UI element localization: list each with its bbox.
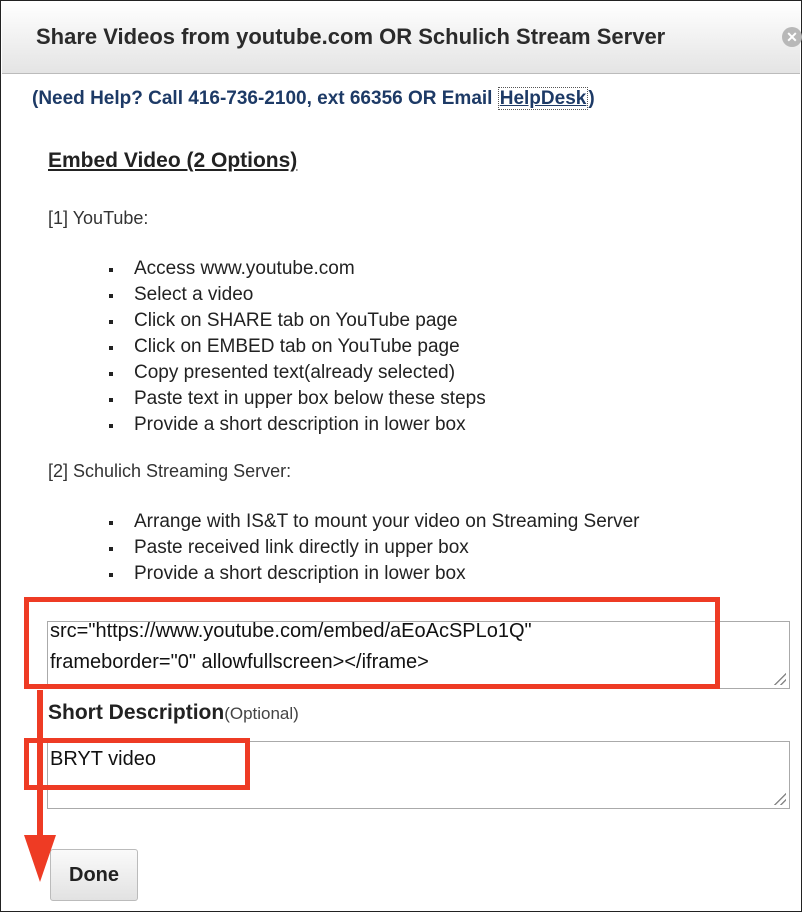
- help-text: (Need Help? Call 416-736-2100, ext 66356…: [32, 88, 498, 109]
- annotation-box-description: [24, 738, 250, 790]
- list-item: Arrange with IS&T to mount your video on…: [101, 509, 640, 535]
- resize-handle-icon[interactable]: [774, 673, 786, 685]
- list-item: Paste text in upper box below these step…: [101, 386, 486, 412]
- option2-steps: Arrange with IS&T to mount your video on…: [101, 509, 640, 587]
- dialog-title: Share Videos from youtube.com OR Schulic…: [36, 24, 666, 49]
- list-item: Provide a short description in lower box: [101, 412, 486, 438]
- list-item: Access www.youtube.com: [101, 256, 486, 282]
- option1-label: [1] YouTube:: [48, 208, 149, 228]
- resize-handle-icon[interactable]: [774, 793, 786, 805]
- help-text-end: ): [588, 88, 595, 109]
- list-item: Click on SHARE tab on YouTube page: [101, 308, 486, 334]
- list-item: Copy presented text(already selected): [101, 360, 486, 386]
- done-button[interactable]: Done: [50, 849, 138, 901]
- short-description-title: Short Description: [48, 701, 225, 724]
- list-item: Select a video: [101, 282, 486, 308]
- list-item: Paste received link directly in upper bo…: [101, 535, 640, 561]
- optional-hint: (Optional): [224, 704, 299, 723]
- list-item: Provide a short description in lower box: [101, 561, 640, 587]
- annotation-box-embed: [24, 597, 720, 689]
- helpdesk-link[interactable]: HelpDesk: [497, 87, 589, 110]
- dialog-titlebar[interactable]: Share Videos from youtube.com OR Schulic…: [2, 2, 802, 74]
- list-item: Click on EMBED tab on YouTube page: [101, 334, 486, 360]
- close-icon[interactable]: ✕: [782, 27, 802, 47]
- embed-heading: Embed Video (2 Options): [48, 149, 298, 172]
- help-line: (Need Help? Call 416-736-2100, ext 66356…: [32, 87, 595, 110]
- short-description-label: Short Description(Optional): [48, 701, 299, 725]
- option2-label: [2] Schulich Streaming Server:: [48, 461, 292, 481]
- option1-steps: Access www.youtube.com Select a video Cl…: [101, 256, 486, 438]
